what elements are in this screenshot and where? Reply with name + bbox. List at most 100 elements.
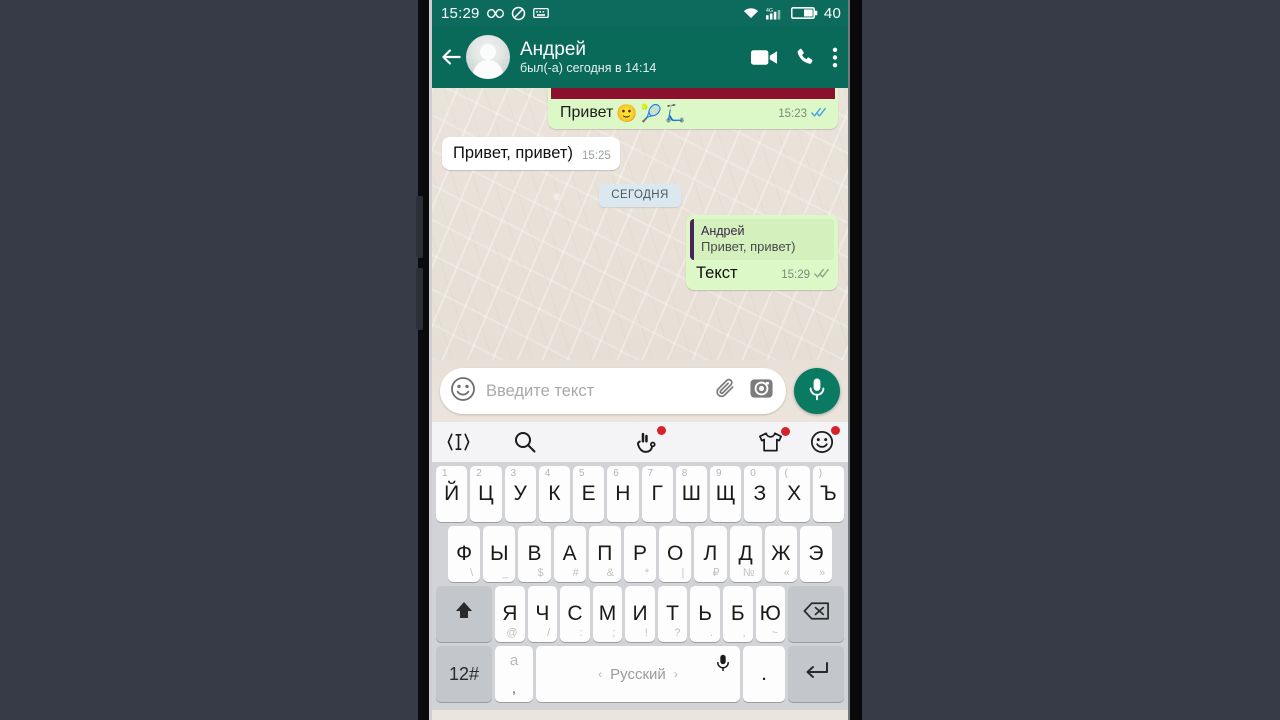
- back-icon[interactable]: [438, 44, 464, 70]
- message-input-pill[interactable]: Введите текст: [440, 368, 786, 414]
- read-receipt-icon: [814, 268, 830, 282]
- key-с[interactable]: С:: [560, 586, 590, 642]
- key-sup: (: [784, 468, 788, 479]
- keyboard-rows: 1Й 2Ц 3У 4К 5Е 6Н 7Г 8Ш 9Щ 0З (Х ) Ъ Ф \ Ы…: [432, 462, 848, 706]
- key-у[interactable]: 3У: [504, 466, 536, 522]
- key-label: Э: [808, 542, 824, 565]
- cursor-control-icon[interactable]: [446, 431, 471, 453]
- shift-key[interactable]: [436, 586, 492, 642]
- avatar[interactable]: [466, 35, 510, 79]
- message-input-bar: Введите текст: [432, 360, 848, 422]
- key-п[interactable]: П &: [588, 526, 621, 582]
- phone-screen: 15:29 4G 40 Андрей был(-а) сегодня в 14:…: [432, 0, 848, 720]
- key-и[interactable]: И!: [625, 586, 655, 642]
- key-е[interactable]: 5Е: [573, 466, 605, 522]
- key-ц[interactable]: 2Ц: [470, 466, 502, 522]
- key-ж[interactable]: Ж «: [764, 526, 797, 582]
- key-р[interactable]: Р *: [623, 526, 657, 582]
- overflow-menu-icon[interactable]: [832, 46, 838, 69]
- camera-icon[interactable]: [749, 376, 774, 406]
- battery-icon: [790, 6, 818, 20]
- key-з[interactable]: 0З: [744, 466, 776, 522]
- key-г[interactable]: 7Г: [641, 466, 673, 522]
- voice-record-button[interactable]: [794, 368, 840, 414]
- key-label: Ь: [698, 602, 713, 625]
- volume-up-button[interactable]: [416, 196, 423, 258]
- key-ы[interactable]: Ы _: [483, 526, 516, 582]
- key-а[interactable]: А #: [553, 526, 586, 582]
- key-sup: 3: [510, 468, 517, 479]
- message-image-media[interactable]: [551, 88, 835, 99]
- quoted-author: Андрей: [701, 224, 745, 238]
- key-label: Х: [787, 482, 802, 505]
- key-sub: :: [579, 627, 583, 639]
- message-bubble-incoming[interactable]: Привет, привет) 15:25: [442, 137, 620, 170]
- message-image-bubble[interactable]: Привет 🙂 🎾 🛴 15:23: [548, 88, 838, 129]
- numeric-mode-key[interactable]: 12#: [436, 646, 492, 702]
- key-б[interactable]: Б,: [722, 586, 753, 642]
- volume-down-button[interactable]: [416, 268, 423, 330]
- key-sup: 6: [613, 468, 619, 479]
- key-м[interactable]: М;: [592, 586, 623, 642]
- key-sub: ,: [742, 627, 746, 639]
- key-т[interactable]: Т?: [657, 586, 688, 642]
- voice-call-icon[interactable]: [794, 46, 816, 68]
- language-prev-arrow[interactable]: ‹: [598, 667, 602, 681]
- key-я[interactable]: Я @: [495, 586, 525, 642]
- key-й[interactable]: 1Й: [436, 466, 468, 522]
- key-щ[interactable]: 9Щ: [710, 466, 742, 522]
- message-list[interactable]: Привет 🙂 🎾 🛴 15:23 Привет, привет) 15:25…: [432, 88, 848, 360]
- on-screen-keyboard[interactable]: 1Й 2Ц 3У 4К 5Е 6Н 7Г 8Ш 9Щ 0З (Х ) Ъ Ф \ Ы…: [432, 422, 848, 710]
- tshirt-theme-icon[interactable]: [757, 427, 790, 453]
- quoted-message[interactable]: Андрей Привет, привет): [690, 219, 834, 260]
- autocorrect-key[interactable]: а ,: [495, 646, 533, 702]
- key-label: Я: [502, 602, 518, 625]
- video-call-icon[interactable]: [751, 48, 778, 67]
- screenshot-stage: 15:29 4G 40 Андрей был(-а) сегодня в 14:…: [0, 0, 1280, 720]
- status-bar-clock: 15:29: [441, 4, 480, 22]
- message-time: 15:29: [781, 269, 810, 281]
- emoji-smiley: 🙂: [616, 103, 638, 123]
- key-д[interactable]: Д №: [729, 526, 762, 582]
- key-н[interactable]: 6Н: [607, 466, 639, 522]
- key-э[interactable]: Э»: [799, 526, 833, 582]
- backspace-key[interactable]: [788, 586, 845, 642]
- key-в[interactable]: В $: [518, 526, 551, 582]
- search-icon[interactable]: [513, 430, 537, 454]
- message-meta: 15:29: [781, 268, 830, 283]
- enter-icon: [803, 661, 829, 687]
- microphone-icon[interactable]: [716, 654, 730, 676]
- key-label: А: [562, 542, 577, 565]
- key-ш[interactable]: 8Ш: [675, 466, 707, 522]
- message-input-placeholder[interactable]: Введите текст: [486, 382, 704, 401]
- message-bubble-reply[interactable]: Андрей Привет, привет) Текст 15:29: [686, 215, 838, 290]
- key-л[interactable]: Л ₽: [694, 526, 727, 582]
- period-key[interactable]: .: [743, 646, 785, 702]
- key-ч[interactable]: Ч /: [527, 586, 558, 642]
- key-о[interactable]: О |: [659, 526, 692, 582]
- message-body: Текст 15:29: [690, 262, 834, 286]
- key-ю[interactable]: Ю ~: [755, 586, 786, 642]
- key-label: О: [667, 542, 684, 565]
- chat-header-text[interactable]: Андрей был(-а) сегодня в 14:14: [520, 39, 743, 76]
- key-х[interactable]: (Х: [778, 466, 810, 522]
- gesture-hand-icon[interactable]: [635, 425, 666, 455]
- key-sub: _: [502, 567, 509, 579]
- key-label: В: [527, 542, 542, 565]
- emoji-icon[interactable]: [810, 426, 840, 454]
- message-text: Текст: [696, 264, 738, 282]
- key-ъ[interactable]: ) Ъ: [812, 466, 844, 522]
- paperclip-icon[interactable]: [714, 376, 739, 406]
- key-к[interactable]: 4К: [538, 466, 570, 522]
- key-sub: |: [681, 567, 685, 579]
- space-key[interactable]: ‹ Русский ›: [536, 646, 740, 702]
- language-next-arrow[interactable]: ›: [674, 667, 678, 681]
- emoji-smiley-icon[interactable]: [450, 376, 476, 407]
- key-ф[interactable]: Ф \: [448, 526, 481, 582]
- key-sup: ): [818, 468, 823, 479]
- enter-key[interactable]: [788, 646, 844, 702]
- key-label: Ч: [535, 602, 550, 625]
- phone-bezel-right: [848, 0, 862, 720]
- key-ь[interactable]: Ь.: [690, 586, 720, 642]
- keyboard-toolbar: [432, 422, 848, 462]
